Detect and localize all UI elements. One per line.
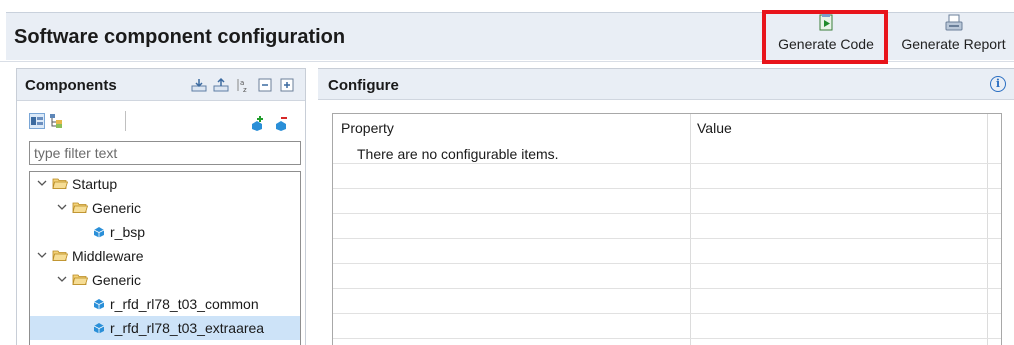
empty-message: There are no configurable items. [357, 146, 559, 162]
remove-component-icon[interactable] [273, 115, 289, 131]
component-view-icon[interactable] [29, 113, 45, 129]
tree-folder[interactable]: Startup [30, 172, 300, 196]
components-panel-header: Components az [17, 69, 305, 101]
component-tree: Startup Generic r_bsp Middleware Generic r_rf… [29, 171, 301, 345]
sort-alphabetical-icon[interactable]: az [235, 77, 251, 94]
svg-text:z: z [243, 86, 247, 93]
property-column-header[interactable]: Property [341, 120, 394, 136]
generate-report-icon [945, 14, 963, 35]
tree-item-label: Startup [72, 176, 118, 192]
tree-item-label: r_rfd_rl78_t03_extraarea [110, 320, 265, 336]
property-table: Property Value There are no configurable… [332, 113, 1002, 345]
tree-component[interactable]: r_bsp [30, 220, 300, 244]
folder-open-icon [72, 200, 89, 217]
generate-report-label: Generate Report [901, 36, 1006, 52]
collapse-all-icon[interactable] [257, 77, 273, 93]
tree-folder[interactable]: Middleware [30, 244, 300, 268]
filter-input[interactable] [29, 141, 301, 165]
tree-item-label: Generic [92, 200, 142, 216]
table-row-line [333, 263, 1001, 264]
import-icon[interactable] [191, 77, 207, 93]
chevron-down-icon[interactable] [36, 178, 48, 190]
value-column-header[interactable]: Value [697, 120, 732, 136]
tree-item-label: r_bsp [110, 224, 146, 240]
add-component-icon[interactable] [249, 115, 265, 131]
hierarchy-view-icon[interactable] [49, 113, 65, 129]
view-toggle-group [29, 113, 65, 129]
tree-folder[interactable]: Generic [30, 268, 300, 292]
chevron-down-icon[interactable] [36, 250, 48, 262]
tree-folder[interactable]: Generic [30, 196, 300, 220]
column-divider [987, 114, 988, 345]
component-icon [92, 320, 106, 337]
components-panel: Components az type filter text Startup G… [16, 68, 306, 345]
chevron-down-icon[interactable] [56, 202, 68, 214]
tree-item-label: r_rfd_rl78_t03_common [110, 296, 259, 312]
info-icon[interactable]: i [990, 76, 1006, 92]
highlight-box [762, 10, 888, 64]
column-divider [690, 114, 691, 345]
components-panel-title: Components [25, 77, 117, 94]
tree-component[interactable]: r_rfd_rl78_t03_extraarea [30, 316, 300, 340]
component-icon [92, 296, 106, 313]
chevron-down-icon[interactable] [56, 274, 68, 286]
component-actions [249, 115, 289, 131]
expand-all-icon[interactable] [279, 77, 295, 93]
components-toolbar: az [191, 77, 295, 94]
component-icon [92, 224, 106, 241]
tree-item-label: Middleware [72, 248, 144, 264]
table-row-line [333, 213, 1001, 214]
folder-open-icon [72, 272, 89, 289]
table-row-line [333, 163, 1001, 164]
page-title: Software component configuration [14, 26, 346, 48]
folder-open-icon [52, 248, 69, 265]
export-icon[interactable] [213, 77, 229, 93]
folder-open-icon [52, 176, 69, 193]
toolbar-separator [125, 111, 126, 131]
table-row-line [333, 338, 1001, 339]
tree-component[interactable]: r_rfd_rl78_t03_common [30, 292, 300, 316]
table-row-line [333, 313, 1001, 314]
table-row-line [333, 188, 1001, 189]
tree-item-label: Generic [92, 272, 142, 288]
configure-panel-header: Configure i [318, 68, 1014, 100]
table-row-line [333, 238, 1001, 239]
generate-report-button[interactable]: Generate Report [893, 14, 1014, 60]
configure-panel-title: Configure [328, 77, 399, 94]
table-row-line [333, 288, 1001, 289]
editor-header: Software component configuration Generat… [0, 0, 1014, 64]
